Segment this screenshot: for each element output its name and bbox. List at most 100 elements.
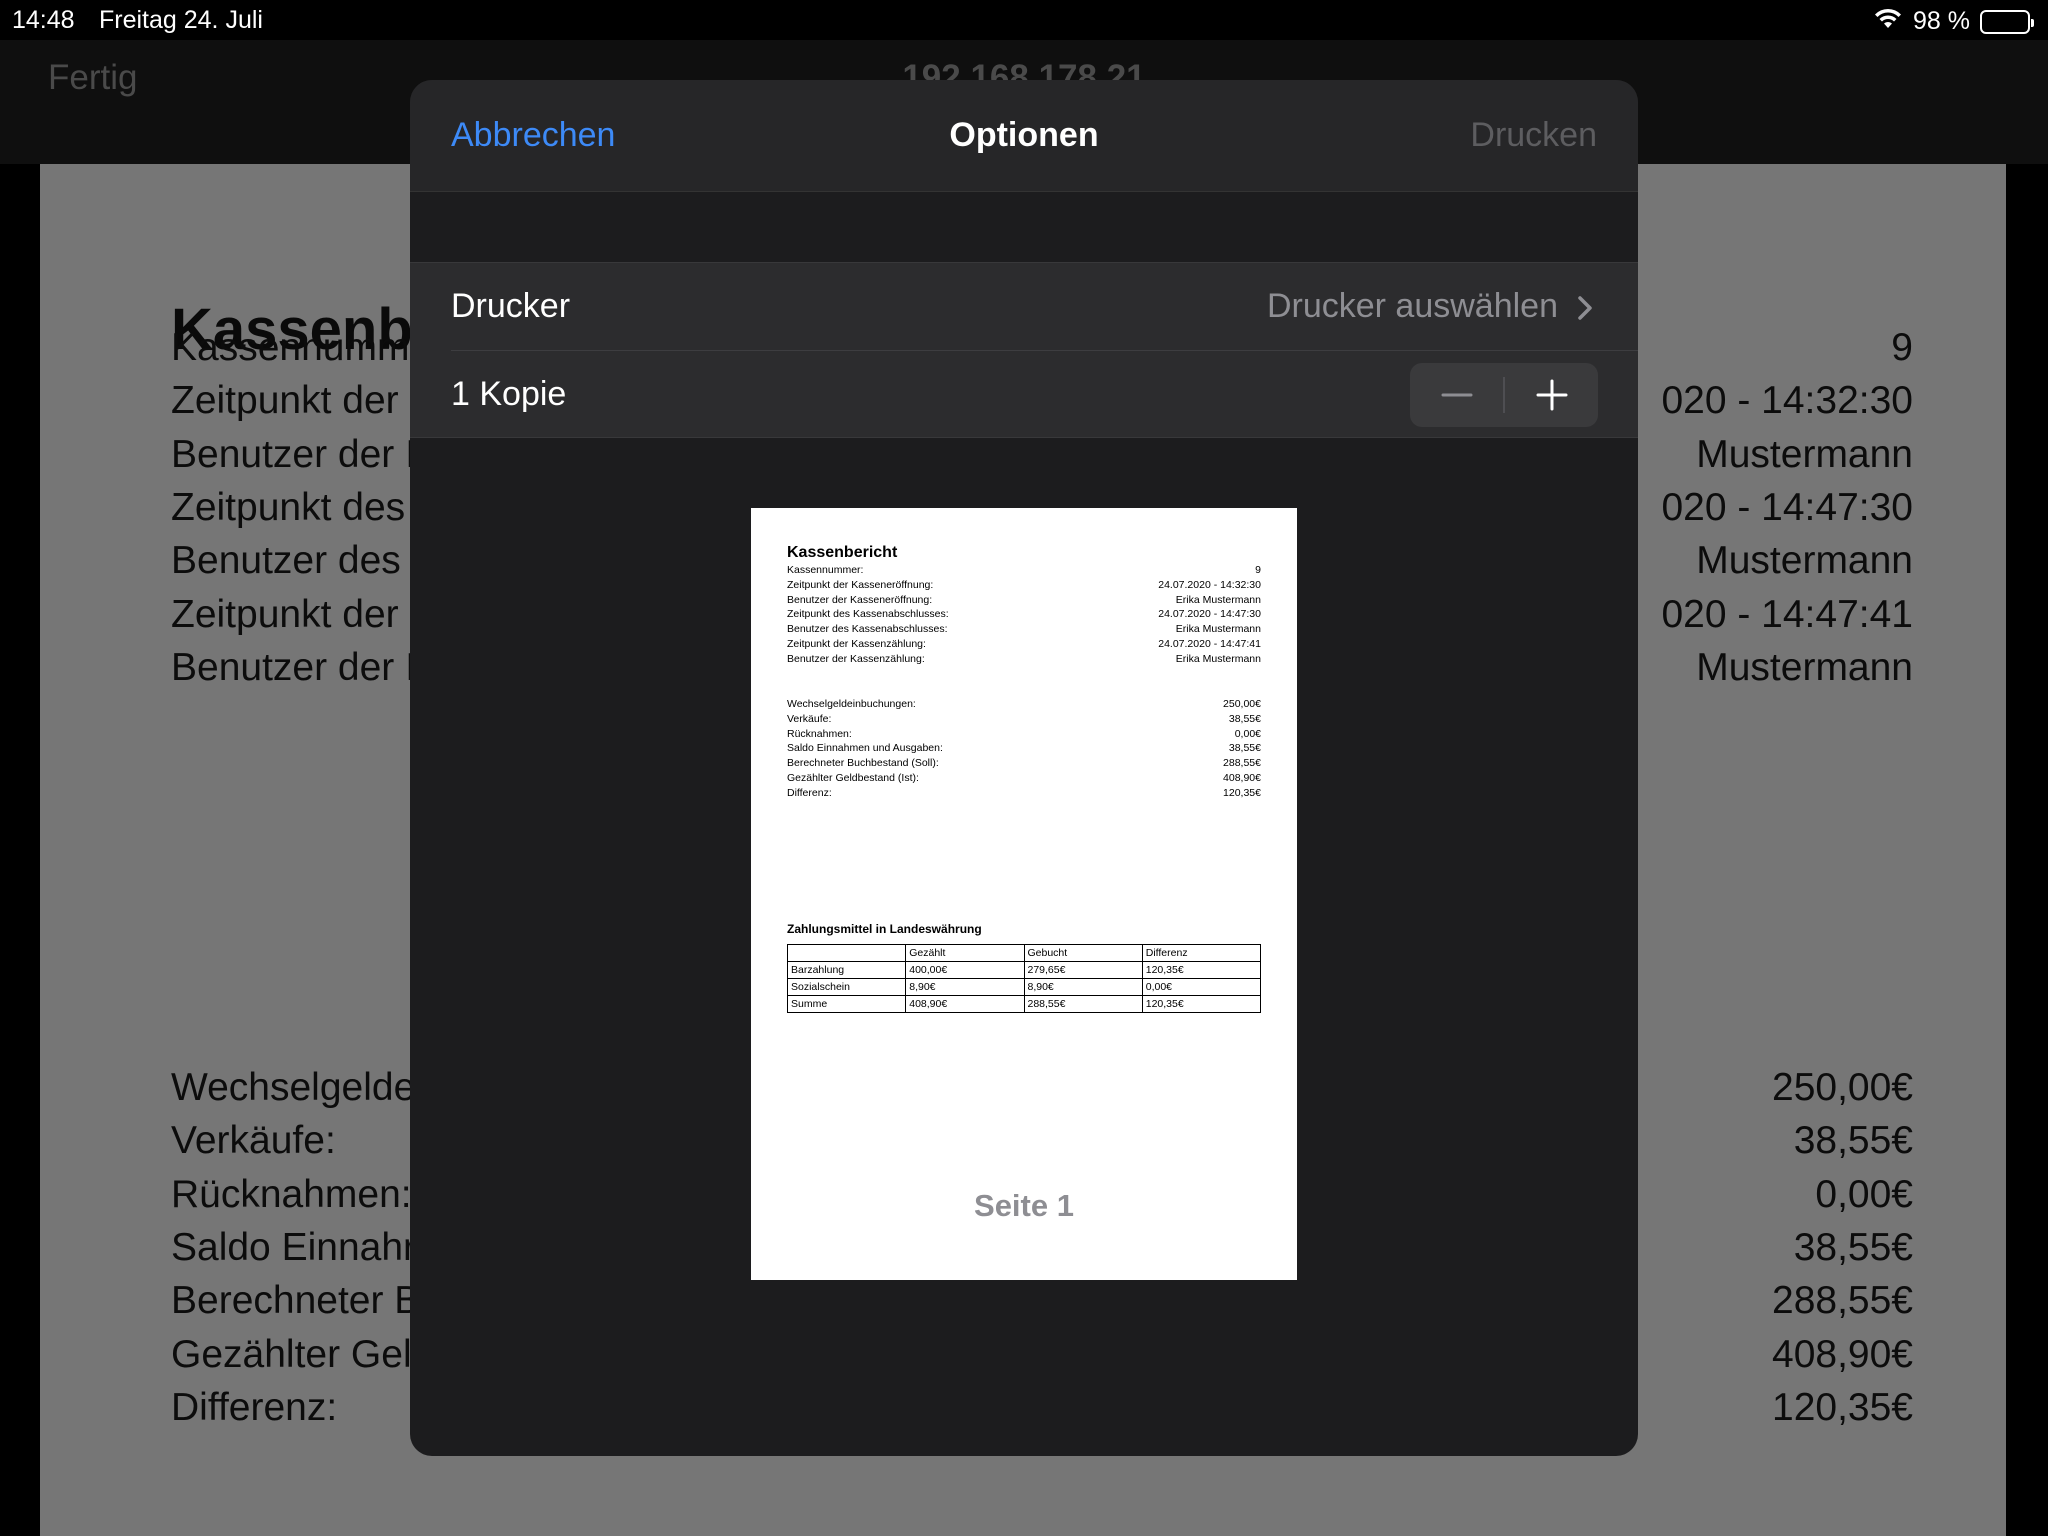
table-cell: 408,90€ (905, 995, 1025, 1013)
row-value: 38,55€ (1793, 1225, 1913, 1269)
done-button[interactable]: Fertig (48, 58, 137, 98)
list-item: Benutzer der Kassenzählung: Erika Musterm… (787, 653, 1261, 665)
plus-icon (1536, 379, 1567, 411)
table-cell: Barzahlung (786, 961, 907, 979)
print-options-list: Drucker Drucker auswählen 1 Kopie (410, 262, 1638, 438)
list-item: Benutzer des Kassenabschlusses: Erika Mus… (787, 623, 1261, 635)
list-item: Zeitpunkt der Kasseneröffnung: 24.07.2020… (787, 579, 1261, 591)
preview-page-label: Seite 1 (974, 1188, 1074, 1223)
table-cell: 400,00€ (905, 961, 1025, 979)
table-cell: 288,55€ (1023, 995, 1143, 1013)
row-label: Berechneter Buchbestand (Soll): (787, 757, 939, 770)
row-value: 9 (1255, 564, 1261, 576)
print-button[interactable]: Drucken (1470, 116, 1597, 155)
table-header-row: Gezählt Gebucht Differenz (786, 944, 1262, 962)
row-label: Kassennummer: (787, 564, 864, 576)
print-options-sheet: Abbrechen Optionen Drucken Drucker Druck… (410, 80, 1638, 1456)
row-label: Zeitpunkt des (171, 485, 406, 529)
row-value: Mustermann (1696, 539, 1913, 583)
table-header-cell: Gebucht (1023, 944, 1143, 962)
row-value: 38,55€ (1228, 712, 1261, 725)
table-cell: 120,35€ (1141, 995, 1262, 1013)
row-label: Benutzer des Kassenabschlusses: (787, 623, 948, 636)
row-label: Benutzer des (171, 539, 401, 583)
table-cell: 8,90€ (905, 978, 1025, 996)
list-item: Gezählter Geldbestand (Ist): 408,90€ (787, 772, 1261, 784)
row-value: 24.07.2020 - 14:47:30 (1158, 608, 1261, 621)
increment-button[interactable] (1505, 363, 1598, 427)
table-cell: Sozialschein (786, 978, 907, 996)
table-cell: 120,35€ (1141, 961, 1262, 979)
list-item: Differenz: 120,35€ (787, 787, 1261, 799)
row-label: Verkäufe: (787, 712, 832, 725)
table-cell: 8,90€ (1023, 978, 1143, 996)
copies-row: 1 Kopie (410, 351, 1638, 439)
row-label: Wechselgeldeinbuchungen: (787, 698, 916, 710)
list-item: Zeitpunkt des Kassenabschlusses: 24.07.20… (787, 608, 1261, 620)
row-value: 250,00€ (1223, 698, 1261, 710)
row-label: Kassennumm (171, 326, 410, 369)
list-item: Berechneter Buchbestand (Soll): 288,55€ (787, 757, 1261, 769)
row-value: 408,90€ (1772, 1332, 1913, 1376)
row-value: 0,00€ (1234, 727, 1261, 740)
row-value: 24.07.2020 - 14:32:30 (1158, 578, 1261, 591)
row-value: Mustermann (1696, 432, 1913, 476)
table-header-cell: Gezählt (905, 944, 1025, 962)
row-label: Saldo Einnahmen und Ausgaben: (787, 742, 943, 755)
row-value: 120,35€ (1772, 1385, 1913, 1429)
row-label: Gezählter Geldbestand (Ist): (787, 772, 919, 784)
row-value: 408,90€ (1223, 772, 1261, 784)
battery-percent: 98 % (1913, 7, 1970, 35)
table-header-cell (786, 944, 907, 962)
chevron-right-icon (1573, 293, 1597, 323)
row-label: Verkäufe: (171, 1119, 336, 1163)
status-date: Freitag 24. Juli (99, 6, 263, 34)
row-label: Benutzer der I (171, 645, 416, 689)
cancel-button[interactable]: Abbrechen (451, 116, 615, 155)
printer-label: Drucker (451, 287, 571, 325)
list-item: Rücknahmen: 0,00€ (787, 728, 1261, 740)
row-label: Wechselgelde (171, 1066, 416, 1109)
wifi-icon (1873, 6, 1903, 37)
row-value: 288,55€ (1772, 1279, 1913, 1323)
row-label: Gezählter Gel (171, 1332, 412, 1376)
row-label: Differenz: (171, 1385, 338, 1429)
list-item: Zeitpunkt der Kassenzählung: 24.07.2020 -… (787, 638, 1261, 650)
row-value: 38,55€ (1793, 1119, 1913, 1163)
status-right: 98 % (1873, 6, 2034, 37)
row-value: Mustermann (1696, 645, 1913, 689)
row-label: Benutzer der I (171, 432, 416, 476)
minus-icon (1441, 393, 1472, 397)
row-label: Saldo Einnahr (171, 1225, 417, 1269)
row-label: Benutzer der Kassenzählung: (787, 652, 925, 665)
battery-icon (1980, 9, 2034, 34)
list-item: Benutzer der Kasseneröffnung: Erika Muste… (787, 594, 1261, 606)
table-cell: 0,00€ (1141, 978, 1262, 996)
sheet-header: Abbrechen Optionen Drucken (410, 80, 1638, 192)
status-bar: 14:48 Freitag 24. Juli 98 % (0, 0, 2048, 40)
row-value: 020 - 14:47:30 (1661, 485, 1913, 529)
list-item: Wechselgeldeinbuchungen: 250,00€ (787, 698, 1261, 710)
printer-value: Drucker auswählen (1266, 287, 1558, 325)
row-label: Rücknahmen: (787, 727, 852, 740)
table-cell: 279,65€ (1023, 961, 1143, 979)
printer-row[interactable]: Drucker Drucker auswählen (410, 263, 1638, 351)
table-row: Summe 408,90€ 288,55€ 120,35€ (786, 995, 1262, 1013)
page-preview[interactable]: Kassenbericht Kassennummer: 9 Zeitpunkt de… (751, 508, 1297, 1280)
table-row: Barzahlung 400,00€ 279,65€ 120,35€ (786, 961, 1262, 979)
copies-stepper[interactable] (1410, 363, 1598, 427)
status-time: 14:48 (12, 6, 75, 34)
preview-table-title: Zahlungsmittel in Landeswährung (787, 922, 982, 936)
list-item: Saldo Einnahmen und Ausgaben: 38,55€ (787, 742, 1261, 754)
row-value: 0,00€ (1815, 1172, 1913, 1216)
row-value: Erika Mustermann (1175, 593, 1261, 606)
row-value: 9 (1891, 326, 1913, 369)
row-value: Erika Mustermann (1175, 623, 1261, 636)
preview-table: Gezählt Gebucht Differenz Barzahlung 400,00€… (786, 944, 1262, 1013)
row-label: Differenz: (787, 786, 832, 799)
row-label: Rücknahmen: (171, 1172, 412, 1216)
copies-label: 1 Kopie (451, 375, 567, 413)
decrement-button[interactable] (1410, 363, 1503, 427)
preview-title: Kassenbericht (787, 544, 898, 561)
row-value: 38,55€ (1228, 742, 1261, 755)
